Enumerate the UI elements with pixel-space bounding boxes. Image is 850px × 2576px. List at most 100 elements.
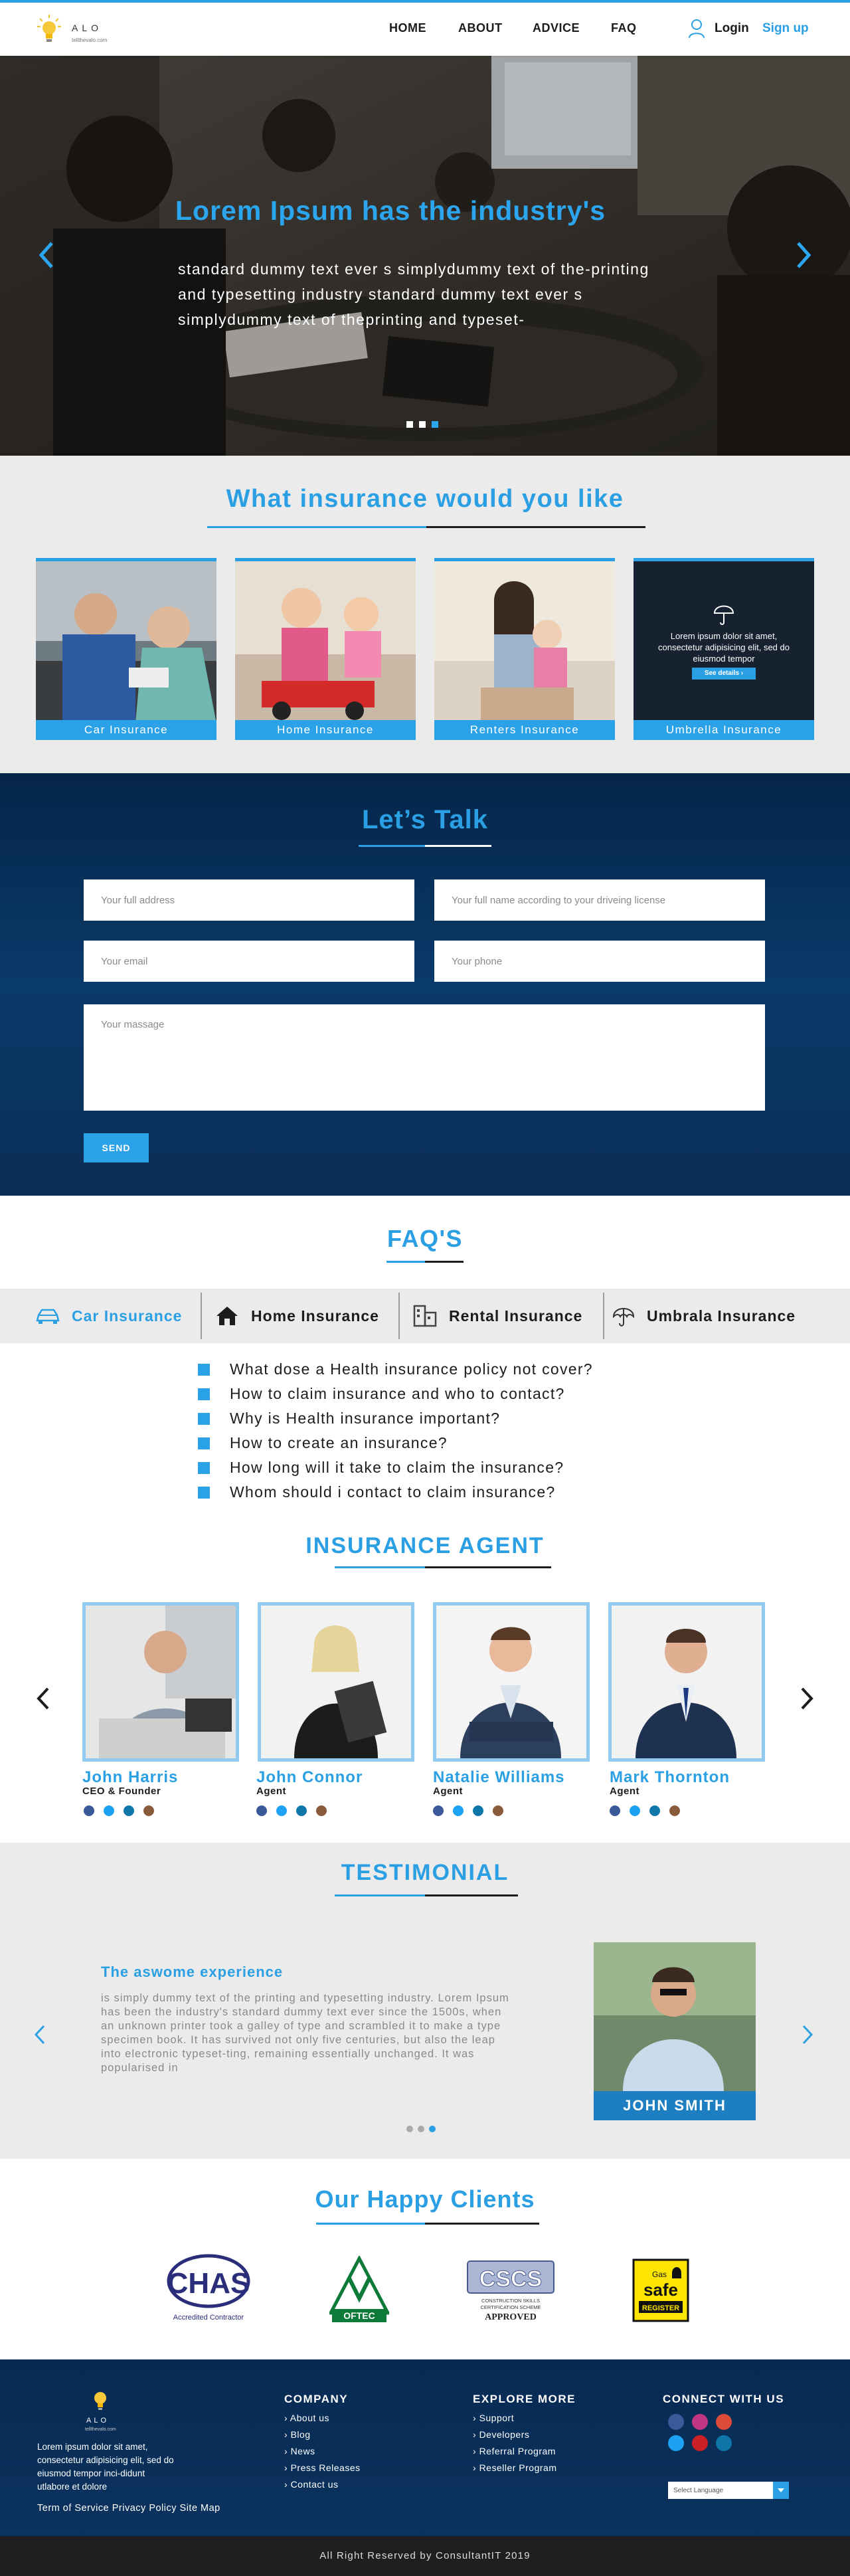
faq-question[interactable]: Why is Health insurance important?	[198, 1410, 729, 1427]
nav-advice[interactable]: ADVICE	[533, 21, 580, 35]
chevron-down-icon[interactable]	[773, 2482, 789, 2499]
nav-home[interactable]: HOME	[389, 21, 426, 35]
facebook-icon[interactable]	[256, 1805, 267, 1816]
footer-link[interactable]: › Press Releases	[284, 2460, 361, 2476]
hero-dot-2[interactable]	[419, 421, 426, 428]
faq-question[interactable]: What dose a Health insurance policy not …	[198, 1360, 729, 1378]
address-field[interactable]	[84, 879, 414, 921]
agent-photo[interactable]	[433, 1602, 590, 1762]
email-field[interactable]	[84, 941, 414, 982]
testimonial-prev-arrow-icon[interactable]	[31, 2019, 50, 2050]
title-underline	[207, 526, 426, 528]
footer-link[interactable]: › About us	[284, 2410, 361, 2427]
oftec-logo: OFTEC	[327, 2254, 391, 2322]
faq-question[interactable]: How to create an insurance?	[198, 1434, 729, 1452]
footer-about: Lorem ipsum dolor sit amet, consectetur …	[37, 2442, 174, 2492]
faq-question[interactable]: How long will it take to claim the insur…	[198, 1459, 729, 1477]
hero-background-image	[0, 56, 850, 456]
agent-photo[interactable]	[608, 1602, 765, 1762]
tab-separator	[201, 1293, 202, 1339]
hero-dot-1[interactable]	[406, 421, 413, 428]
agent-photo[interactable]	[258, 1602, 414, 1762]
message-field[interactable]	[84, 1004, 765, 1111]
footer-link[interactable]: › Developers	[473, 2427, 557, 2443]
insurance-card-umbrella[interactable]: Lorem ipsum dolor sit amet, consectetur …	[634, 558, 814, 740]
google-plus-icon[interactable]	[716, 2414, 732, 2430]
instagram-icon[interactable]	[493, 1805, 503, 1816]
twitter-icon[interactable]	[453, 1805, 464, 1816]
twitter-icon[interactable]	[276, 1805, 287, 1816]
tab-home-insurance[interactable]: Home Insurance	[215, 1289, 379, 1343]
agent-photo-image	[86, 1606, 236, 1758]
signup-link[interactable]: Sign up	[762, 21, 809, 36]
instagram-icon[interactable]	[692, 2414, 708, 2430]
linkedin-icon[interactable]	[296, 1805, 307, 1816]
agents-next-arrow-icon[interactable]	[796, 1682, 818, 1715]
logo-subtitle: tellthevalo.com	[72, 37, 108, 43]
footer-link[interactable]: › Blog	[284, 2427, 361, 2443]
hero-dot-3[interactable]	[432, 421, 438, 428]
agents-prev-arrow-icon[interactable]	[32, 1682, 54, 1715]
logo[interactable]: ALO tellthevalo.com	[37, 13, 124, 48]
linkedin-icon[interactable]	[716, 2435, 732, 2451]
phone-field[interactable]	[434, 941, 765, 982]
hero-prev-arrow-icon[interactable]	[33, 235, 60, 275]
footer-link[interactable]: › Support	[473, 2410, 557, 2427]
facebook-icon[interactable]	[668, 2414, 684, 2430]
see-details-button[interactable]: See details ›	[692, 668, 756, 680]
faq-question[interactable]: How to claim insurance and who to contac…	[198, 1385, 729, 1403]
faq-question-text: Why is Health insurance important?	[230, 1410, 501, 1427]
gas-safe-logo: safe REGISTER Gas	[632, 2258, 689, 2322]
linkedin-icon[interactable]	[473, 1805, 483, 1816]
full-name-field[interactable]	[434, 879, 765, 921]
twitter-icon[interactable]	[668, 2435, 684, 2451]
bullet-square	[198, 1461, 210, 1474]
insurance-card-home[interactable]: Home Insurance	[235, 558, 416, 740]
instagram-icon[interactable]	[316, 1805, 327, 1816]
pinterest-icon[interactable]	[692, 2435, 708, 2451]
testimonial-person-name: JOHN SMITH	[594, 2091, 756, 2120]
footer-explore-links: › Support › Developers › Referral Progra…	[473, 2410, 557, 2476]
tab-car-insurance[interactable]: Car Insurance	[36, 1289, 182, 1343]
facebook-icon[interactable]	[433, 1805, 444, 1816]
nav-faq[interactable]: FAQ	[611, 21, 637, 35]
user-icon[interactable]	[688, 19, 705, 39]
footer-legal-links[interactable]: Term of Service Privacy Policy Site Map	[37, 2503, 220, 2514]
language-select[interactable]: Select Language	[668, 2482, 789, 2499]
testimonial-dot-1[interactable]	[406, 2126, 413, 2132]
testimonial-next-arrow-icon[interactable]	[797, 2019, 817, 2050]
testimonial-dot-2[interactable]	[418, 2126, 424, 2132]
tab-umbrella-insurance[interactable]: Umbrala Insurance	[612, 1289, 796, 1343]
testimonial-heading: The aswome experience	[101, 1964, 284, 1980]
send-button[interactable]: SEND	[84, 1133, 149, 1162]
instagram-icon[interactable]	[669, 1805, 680, 1816]
linkedin-icon[interactable]	[649, 1805, 660, 1816]
facebook-icon[interactable]	[84, 1805, 94, 1816]
home-icon	[216, 1307, 238, 1325]
umbrella-insurance-caption: Umbrella Insurance	[634, 720, 814, 740]
hero-next-arrow-icon[interactable]	[790, 235, 817, 275]
faq-question[interactable]: Whom should i contact to claim insurance…	[198, 1483, 729, 1501]
tab-car-insurance-label: Car Insurance	[72, 1307, 183, 1325]
testimonial-dot-3[interactable]	[429, 2126, 436, 2132]
footer-link[interactable]: › Contact us	[284, 2476, 361, 2493]
nav-about[interactable]: ABOUT	[458, 21, 503, 35]
footer-link[interactable]: › Reseller Program	[473, 2460, 557, 2476]
facebook-icon[interactable]	[610, 1805, 620, 1816]
twitter-icon[interactable]	[104, 1805, 114, 1816]
footer-link[interactable]: › News	[284, 2443, 361, 2460]
bullet-square	[198, 1486, 210, 1499]
instagram-icon[interactable]	[143, 1805, 154, 1816]
tab-separator	[603, 1293, 604, 1339]
login-link[interactable]: Login	[715, 21, 749, 36]
tab-rental-insurance[interactable]: Rental Insurance	[413, 1289, 582, 1343]
svg-text:APPROVED: APPROVED	[485, 2312, 537, 2322]
faq-question-text: What dose a Health insurance policy not …	[230, 1360, 593, 1378]
footer-link[interactable]: › Referral Program	[473, 2443, 557, 2460]
agent-photo-image	[436, 1606, 586, 1758]
linkedin-icon[interactable]	[124, 1805, 134, 1816]
twitter-icon[interactable]	[630, 1805, 640, 1816]
agent-photo[interactable]	[82, 1602, 239, 1762]
insurance-card-renters[interactable]: Renters Insurance	[434, 558, 615, 740]
insurance-card-car[interactable]: Car Insurance	[36, 558, 216, 740]
